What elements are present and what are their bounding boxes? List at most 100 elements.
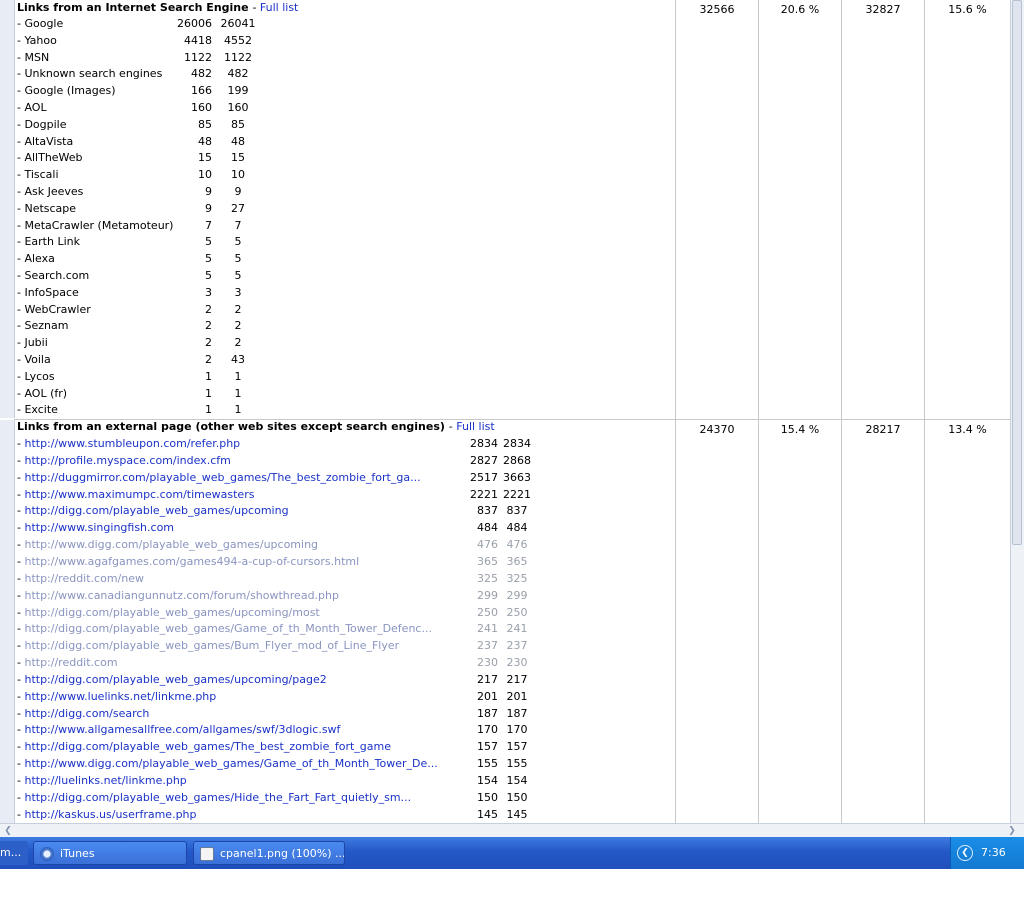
vertical-scrollbar-thumb[interactable] [1012, 0, 1022, 545]
taskbar-item-itunes[interactable]: iTunes [33, 841, 187, 865]
referrer-link[interactable]: http://digg.com/playable_web_games/upcom… [24, 673, 326, 686]
external-page-row: - http://reddit.com/new [17, 570, 144, 587]
search-full-list-link[interactable]: Full list [260, 1, 298, 14]
referrer-link[interactable]: http://www.allgamesallfree.com/allgames/… [24, 723, 340, 736]
taskbar-clipped-label: m... [0, 846, 22, 859]
search-engine-name: - MetaCrawler (Metamoteur) [17, 218, 174, 232]
external-page-row: - http://www.allgamesallfree.com/allgame… [17, 721, 340, 738]
referrer-pages: 476 [477, 538, 498, 552]
search-engine-name: - Alexa [17, 252, 55, 266]
referrer-link[interactable]: http://www.digg.com/playable_web_games/G… [24, 757, 437, 770]
search-engine-name: - Ask Jeeves [17, 185, 84, 198]
search-engine-name: - Search.com [17, 269, 90, 282]
referrer-link[interactable]: http://digg.com/playable_web_games/Bum_F… [24, 639, 399, 652]
show-hidden-icons-icon[interactable]: ❮ [957, 845, 973, 861]
taskbar-item-image-viewer[interactable]: cpanel1.png (100%) ... [193, 841, 345, 865]
search-engine-name: - WebCrawler [17, 302, 91, 316]
referrer-link[interactable]: http://digg.com/playable_web_games/Game_… [24, 622, 432, 635]
search-engine-pages: 2 [205, 302, 212, 316]
referrer-link[interactable]: http://digg.com/search [24, 707, 149, 720]
referrer-pages: 145 [477, 807, 498, 821]
search-engine-row: - Earth Link [17, 233, 80, 250]
referrer-link[interactable]: http://www.digg.com/playable_web_games/u… [24, 538, 318, 551]
referrer-link[interactable]: http://digg.com/playable_web_games/upcom… [24, 606, 319, 619]
referrer-link[interactable]: http://reddit.com [24, 656, 117, 669]
search-engine-row: - Netscape [17, 200, 76, 217]
search-engine-row: - Search.com [17, 267, 89, 284]
external-page-row: - http://www.luelinks.net/linkme.php [17, 688, 216, 705]
referrer-hits: 154 [506, 774, 528, 787]
referrer-link[interactable]: http://www.agafgames.com/games494-a-cup-… [24, 555, 359, 568]
search-stat-hits-percent: 15.6 % [948, 3, 987, 16]
external-page-row: - http://kaskus.us/userframe.php [17, 806, 197, 823]
search-engine-hits: 2 [234, 302, 242, 316]
referrer-hits: 187 [506, 706, 528, 720]
search-engine-pages: 2 [205, 336, 212, 350]
search-engine-pages: 482 [191, 67, 212, 81]
external-page-row: - http://digg.com/playable_web_games/upc… [17, 604, 320, 621]
external-page-row: - http://digg.com/playable_web_games/upc… [17, 671, 327, 688]
external-page-row: - http://www.digg.com/playable_web_games… [17, 755, 438, 772]
referrer-hits: 484 [506, 521, 528, 535]
referrer-link[interactable]: http://www.singingfish.com [24, 521, 174, 534]
search-engine-pages: 1 [205, 369, 212, 383]
referrer-pages: 2834 [470, 437, 498, 450]
external-page-row: - http://digg.com/playable_web_games/The… [17, 738, 391, 755]
search-engine-hits: 5 [234, 269, 242, 282]
search-engine-row: - Google (Images) [17, 82, 116, 99]
referrer-link[interactable]: http://reddit.com/new [24, 572, 144, 585]
referrer-hits: 2868 [503, 453, 531, 467]
search-engine-name: - Dogpile [17, 117, 67, 131]
referrer-hits: 241 [506, 622, 528, 636]
scroll-left-arrow-icon[interactable]: ❮ [2, 825, 14, 837]
scroll-right-arrow-icon[interactable]: ❯ [1006, 825, 1018, 837]
referrer-link[interactable]: http://kaskus.us/userframe.php [24, 808, 196, 821]
search-engine-hits: 5 [234, 252, 242, 266]
search-engine-pages: 166 [191, 84, 212, 98]
taskbar-clipped-button[interactable]: m... [0, 841, 28, 865]
search-engine-hits: 9 [234, 185, 242, 198]
referrer-hits: 150 [506, 790, 528, 804]
referrer-link[interactable]: http://digg.com/playable_web_games/upcom… [24, 504, 288, 517]
search-engine-pages: 5 [205, 235, 212, 249]
horizontal-scrollbar[interactable]: ❮ ❯ [0, 823, 1024, 838]
referrer-pages: 299 [477, 588, 498, 602]
left-gutter [0, 0, 15, 418]
external-page-header: Links from an external page (other web s… [17, 420, 495, 433]
referrer-link[interactable]: http://luelinks.net/linkme.php [24, 774, 186, 787]
search-engine-name: - Seznam [17, 319, 69, 333]
search-engine-pages: 3 [205, 285, 212, 299]
referrer-link[interactable]: http://profile.myspace.com/index.cfm [24, 454, 230, 467]
taskbar-item-label: iTunes [60, 847, 95, 860]
external-page-row: - http://duggmirror.com/playable_web_gam… [17, 469, 421, 486]
windows-taskbar: m... iTunes cpanel1.png (100%) ... ❮ 7:3… [0, 837, 1024, 891]
referrer-hits: 2221 [503, 487, 531, 501]
search-engine-row: - Ask Jeeves [17, 183, 83, 200]
taskbar-clock: 7:36 PM [981, 846, 1006, 891]
referrer-pages: 157 [477, 740, 498, 754]
referrer-pages: 150 [477, 790, 498, 804]
search-engine-name: - Earth Link [17, 235, 80, 249]
search-engine-row: - AOL (fr) [17, 385, 67, 402]
referrer-hits: 157 [506, 740, 528, 754]
referrer-link[interactable]: http://digg.com/playable_web_games/Hide_… [24, 791, 411, 804]
external-full-list-link[interactable]: Full list [456, 420, 494, 433]
referrer-pages: 187 [477, 706, 498, 720]
search-engine-name: - Excite [17, 403, 58, 417]
column-divider [675, 0, 676, 823]
referrer-link[interactable]: http://digg.com/playable_web_games/The_b… [24, 740, 391, 753]
search-engine-row: - AOL [17, 99, 47, 116]
search-engine-pages: 48 [198, 134, 212, 148]
referrer-pages: 230 [477, 656, 498, 670]
referrer-link[interactable]: http://www.luelinks.net/linkme.php [24, 690, 216, 703]
referrer-pages: 241 [477, 622, 498, 636]
search-engine-row: - AllTheWeb [17, 149, 83, 166]
search-engine-name: - AltaVista [17, 134, 74, 148]
referrer-link[interactable]: http://duggmirror.com/playable_web_games… [24, 471, 420, 484]
referrer-link[interactable]: http://www.maximumpc.com/timewasters [24, 488, 254, 501]
external-page-row: - http://www.agafgames.com/games494-a-cu… [17, 553, 359, 570]
external-page-row: - http://profile.myspace.com/index.cfm [17, 452, 231, 469]
external-page-row: - http://digg.com/playable_web_games/Bum… [17, 637, 399, 654]
referrer-link[interactable]: http://www.canadiangunnutz.com/forum/sho… [24, 589, 339, 602]
referrer-link[interactable]: http://www.stumbleupon.com/refer.php [24, 437, 240, 450]
